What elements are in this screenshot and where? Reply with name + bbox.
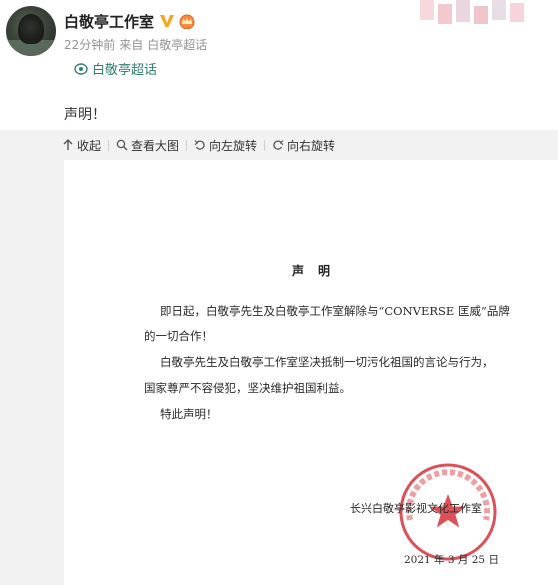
source-link[interactable]: 白敬亭超话 [147,36,207,53]
post-text: 声明！ [64,107,106,123]
vip-crown-icon[interactable] [178,13,196,29]
source-prefix: 来自 [119,38,144,52]
rotate-left-button[interactable]: 向左旋转 [194,137,257,154]
topic-label: 白敬亭超话 [92,63,158,78]
post-header: 白敬亭工作室 22分钟前 来自 白敬亭超话 白敬亭超话 声明！ [0,0,558,130]
topic-link[interactable]: 白敬亭超话 [74,59,157,78]
view-large-button[interactable]: 查看大图 [116,137,179,154]
company-signature: 长兴白敬亭影视文化工作室 [350,502,482,515]
image-toolbar: 收起 查看大图 向左旋转 向右旋转 [0,130,558,160]
divider [264,139,266,151]
search-icon [116,139,128,151]
rotate-right-icon [273,140,284,150]
supertopic-icon [74,62,88,75]
avatar[interactable] [6,6,56,56]
rotate-left-icon [194,140,205,150]
decorative-banner [420,0,524,24]
document-title: 声明 [291,264,344,278]
arrow-up-icon [63,139,73,150]
divider [108,139,110,151]
statement-document: 声明 即日起，白敬亭先生及白敬亭工作室解除与“CONVERSE 匡威”品牌 的一… [64,160,558,585]
collapse-button[interactable]: 收起 [62,137,101,154]
image-viewer[interactable]: 声明 即日起，白敬亭先生及白敬亭工作室解除与“CONVERSE 匡威”品牌 的一… [0,160,558,585]
document-paragraph: 特此声明！ [160,407,218,421]
username[interactable]: 白敬亭工作室 [64,11,154,32]
document-paragraph: 国家尊严不容侵犯，坚决维护祖国利益。 [144,381,351,395]
post-time: 22分钟前 [64,38,116,52]
post-meta: 22分钟前 来自 白敬亭超话 [64,36,207,53]
document-paragraph: 白敬亭先生及白敬亭工作室坚决抵制一切污化祖国的言论与行为， [160,355,494,369]
verified-v-icon [159,13,175,29]
document-date: 2021 年 3 月 25 日 [404,554,499,566]
divider [186,139,188,151]
document-paragraph: 即日起，白敬亭先生及白敬亭工作室解除与“CONVERSE 匡威”品牌 [160,304,510,318]
document-paragraph: 的一切合作！ [144,329,213,343]
rotate-right-button[interactable]: 向右旋转 [272,137,335,154]
